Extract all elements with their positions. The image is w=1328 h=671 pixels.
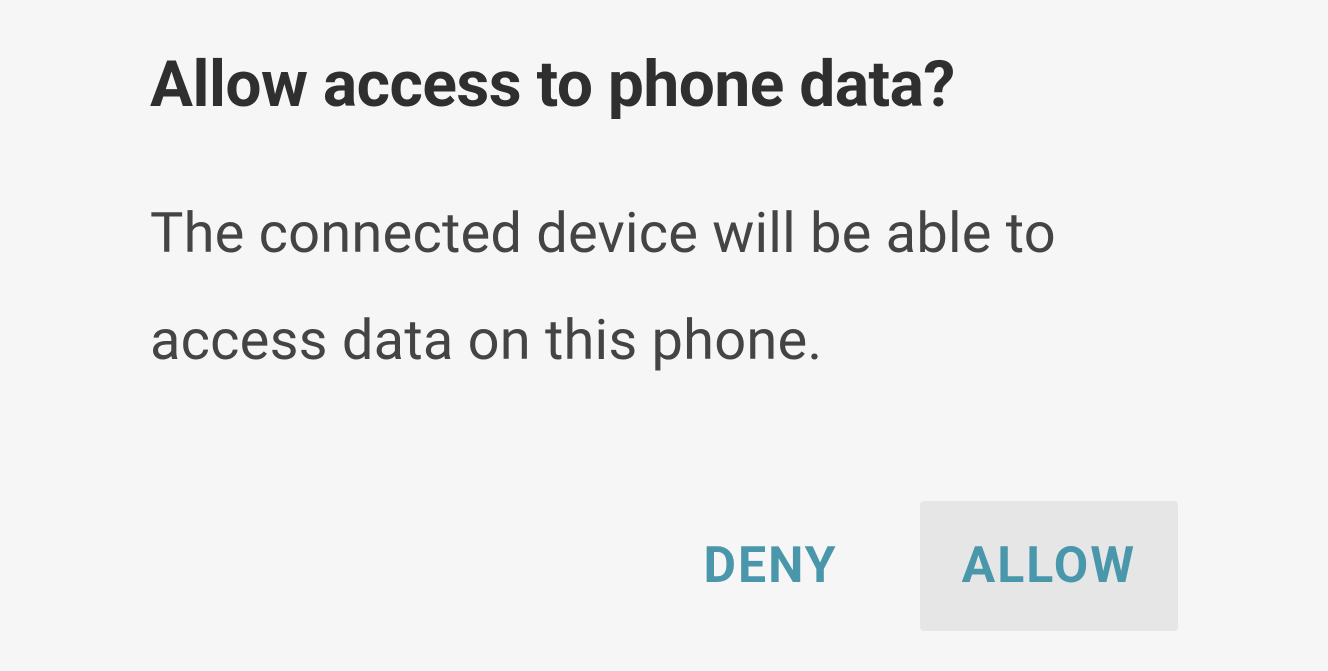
deny-button[interactable]: DENY — [661, 501, 879, 631]
dialog-body: The connected device will be able to acc… — [150, 180, 1178, 471]
dialog-actions: DENY ALLOW — [150, 501, 1178, 631]
permission-dialog: Allow access to phone data? The connecte… — [0, 0, 1328, 671]
dialog-title: Allow access to phone data? — [150, 50, 1178, 120]
allow-button[interactable]: ALLOW — [920, 501, 1178, 631]
